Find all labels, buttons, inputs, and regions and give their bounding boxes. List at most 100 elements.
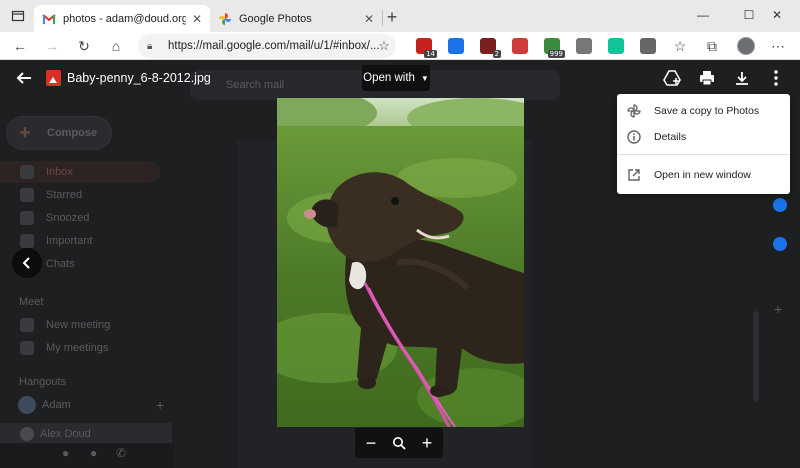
download-icon[interactable] bbox=[730, 66, 754, 90]
extension-badge: 14 bbox=[424, 50, 437, 58]
open-with-label: Open with bbox=[363, 72, 415, 84]
menu-item-open-in-new-window[interactable]: Open in new window bbox=[617, 162, 790, 188]
photo-preview[interactable] bbox=[277, 98, 524, 427]
hangouts-footer bbox=[0, 443, 175, 468]
profile-avatar[interactable] bbox=[734, 34, 758, 58]
zoom-controls: − + bbox=[355, 428, 443, 458]
favorite-star-icon[interactable]: ☆ bbox=[372, 34, 396, 58]
calendar-extension-icon[interactable]: 14 bbox=[412, 34, 437, 58]
extension-glyph: 2 bbox=[480, 38, 501, 58]
close-window-icon[interactable]: ✕ bbox=[754, 0, 800, 30]
add-contact-icon[interactable]: + bbox=[156, 397, 164, 413]
extension-glyph: 999 bbox=[544, 38, 565, 58]
s-extension-icon[interactable] bbox=[444, 34, 468, 58]
lock-icon: 🔒︎ bbox=[147, 40, 153, 52]
image-file-icon bbox=[46, 70, 61, 86]
photos-pinwheel-icon bbox=[626, 103, 642, 119]
contacts-icon[interactable] bbox=[773, 237, 787, 251]
video-icon bbox=[20, 318, 34, 332]
grammarly-extension-icon[interactable] bbox=[604, 34, 628, 58]
new-tab-button[interactable]: + bbox=[380, 5, 404, 29]
compose-label: Compose bbox=[47, 127, 98, 139]
print-icon[interactable] bbox=[695, 66, 719, 90]
nav-chats[interactable]: Chats bbox=[46, 258, 75, 270]
hangouts-heading: Hangouts bbox=[19, 376, 67, 388]
open-in-new-icon bbox=[626, 167, 642, 183]
person-icon[interactable]: ● bbox=[62, 446, 69, 460]
dog-photo-image bbox=[277, 98, 524, 427]
puzzle-extension-icon[interactable] bbox=[572, 34, 596, 58]
shield-extension-icon[interactable]: 2 bbox=[476, 34, 501, 58]
viewer-header: Baby-penny_6-8-2012.jpg Open with ▼ bbox=[0, 61, 800, 95]
nav-snoozed[interactable]: Snoozed bbox=[46, 212, 89, 224]
browser-tab-strip: photos - adam@doud.org - Dou ✕ Google Ph… bbox=[0, 0, 800, 32]
inbox-icon bbox=[20, 165, 34, 179]
back-arrow-icon[interactable] bbox=[12, 66, 36, 90]
tab-title: Google Photos bbox=[239, 12, 312, 25]
tasks-icon[interactable] bbox=[773, 198, 787, 212]
extension-glyph bbox=[640, 38, 656, 54]
close-tab-icon[interactable]: ✕ bbox=[192, 12, 202, 26]
previous-attachment-button[interactable] bbox=[12, 248, 42, 278]
zoom-icon[interactable] bbox=[387, 431, 411, 455]
gmail-icon bbox=[42, 13, 56, 24]
my-meetings-link[interactable]: My meetings bbox=[46, 342, 108, 354]
add-addon-icon[interactable]: + bbox=[774, 301, 782, 317]
grid-extension-icon[interactable]: 999 bbox=[540, 34, 565, 58]
settings-menu-icon[interactable]: ⋯ bbox=[766, 34, 790, 58]
reload-icon[interactable]: ↻ bbox=[72, 34, 96, 58]
photos-pinwheel-icon bbox=[219, 12, 231, 25]
meet-heading: Meet bbox=[19, 296, 44, 308]
tab-actions-icon[interactable] bbox=[6, 4, 30, 28]
hangouts-user[interactable]: Adam bbox=[42, 399, 71, 411]
pen-extension-icon[interactable] bbox=[636, 34, 660, 58]
more-options-menu: Save a copy to Photos Details Open in ne… bbox=[617, 94, 790, 194]
menu-item-save-to-photos[interactable]: Save a copy to Photos bbox=[617, 98, 790, 124]
more-options-icon[interactable] bbox=[764, 66, 788, 90]
compose-button[interactable]: + Compose bbox=[6, 116, 112, 150]
menu-item-label: Details bbox=[654, 131, 687, 143]
zoom-out-button[interactable]: − bbox=[359, 431, 383, 455]
menu-item-details[interactable]: Details bbox=[617, 124, 790, 150]
phone-icon[interactable]: ✆ bbox=[116, 446, 126, 460]
home-icon[interactable]: ⌂ bbox=[104, 34, 128, 58]
collections-icon[interactable]: ⧉ bbox=[700, 34, 724, 58]
new-meeting-link[interactable]: New meeting bbox=[46, 319, 110, 331]
chevron-down-icon: ▼ bbox=[420, 73, 429, 83]
tab-title: photos - adam@doud.org - Dou bbox=[63, 12, 186, 25]
favorites-icon[interactable]: ☆ bbox=[668, 34, 692, 58]
hangouts-icon[interactable]: ● bbox=[90, 446, 97, 460]
tab-google-photos[interactable]: Google Photos ✕ bbox=[210, 5, 382, 32]
contact-name[interactable]: Alex Doud bbox=[40, 428, 91, 440]
extension-badge: 999 bbox=[547, 50, 565, 58]
close-tab-icon[interactable]: ✕ bbox=[364, 12, 374, 26]
tab-gmail[interactable]: photos - adam@doud.org - Dou ✕ bbox=[34, 5, 210, 32]
extension-badge: 2 bbox=[492, 50, 501, 58]
menu-item-label: Open in new window bbox=[654, 169, 751, 181]
extension-glyph bbox=[608, 38, 624, 54]
nav-important[interactable]: Important bbox=[46, 235, 92, 247]
nav-starred[interactable]: Starred bbox=[46, 189, 82, 201]
chevron-left-icon bbox=[22, 257, 30, 269]
user-avatar bbox=[18, 396, 36, 414]
minimize-icon[interactable]: — bbox=[680, 0, 726, 30]
scrollbar[interactable] bbox=[753, 311, 759, 401]
menu-item-label: Save a copy to Photos bbox=[654, 105, 760, 117]
car-extension-icon[interactable] bbox=[508, 34, 532, 58]
info-icon bbox=[626, 129, 642, 145]
extension-glyph: 14 bbox=[416, 38, 437, 58]
calendar-icon bbox=[20, 341, 34, 355]
important-icon bbox=[20, 234, 34, 248]
extension-glyph bbox=[512, 38, 528, 54]
forward-icon[interactable]: → bbox=[40, 34, 64, 58]
back-icon[interactable]: ← bbox=[8, 34, 32, 58]
add-to-drive-icon[interactable] bbox=[660, 66, 684, 90]
zoom-in-button[interactable]: + bbox=[415, 431, 439, 455]
extension-glyph bbox=[448, 38, 464, 54]
address-bar[interactable]: 🔒︎ https://mail.google.com/mail/u/1/#inb… bbox=[138, 34, 396, 58]
nav-inbox[interactable]: Inbox bbox=[46, 166, 73, 178]
open-with-button[interactable]: Open with ▼ bbox=[362, 65, 430, 91]
url-text: https://mail.google.com/mail/u/1/#inbox/… bbox=[168, 40, 380, 52]
file-name: Baby-penny_6-8-2012.jpg bbox=[67, 71, 211, 85]
clock-icon bbox=[20, 211, 34, 225]
